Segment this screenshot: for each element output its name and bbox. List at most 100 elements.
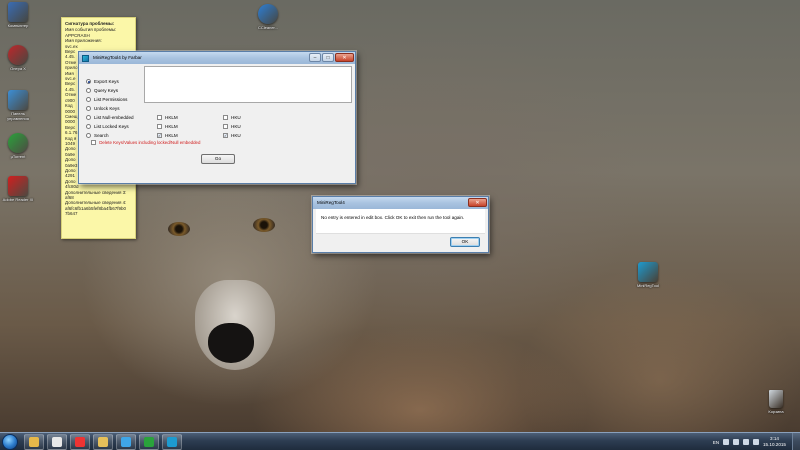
- clock-date: 15.10.2015: [763, 442, 786, 447]
- taskbar: EN 3:14 15.10.2015: [0, 432, 800, 450]
- radio-label: Query Keys: [94, 88, 118, 93]
- checkbox-search-hklm[interactable]: ✓ HKLM: [157, 132, 178, 139]
- radio-label: List Locked Keys: [94, 124, 129, 129]
- taskbar-button[interactable]: [93, 434, 113, 450]
- desktop-icon-control-panel[interactable]: Панель управления: [0, 90, 36, 121]
- close-button[interactable]: ✕: [335, 53, 354, 62]
- desktop-icon-label: Adobe Reader XI: [2, 197, 34, 202]
- wolf-nose: [208, 323, 254, 363]
- system-tray: EN 3:14 15.10.2015: [713, 435, 786, 449]
- keys-edit-box[interactable]: [144, 66, 352, 103]
- checkbox-box: [223, 124, 228, 129]
- wolf-right-eye: [253, 218, 275, 232]
- recycle-bin-icon: [769, 390, 783, 408]
- flag-icon[interactable]: [743, 439, 749, 445]
- desktop-icon-label: Корзина: [768, 409, 784, 414]
- radio-icon: [86, 79, 91, 84]
- desktop-icon-computer[interactable]: Компьютер: [0, 2, 36, 28]
- taskbar-button[interactable]: [70, 434, 90, 450]
- checkbox-label: HKLM: [165, 115, 178, 120]
- radio-export-keys[interactable]: Export Keys: [86, 78, 119, 85]
- ok-button[interactable]: OK: [450, 237, 480, 247]
- radio-label: Export Keys: [94, 79, 119, 84]
- desktop-icon-opera[interactable]: Опера X: [0, 45, 36, 71]
- delete-warning-text: Delete Keys/Values including locked/Null…: [91, 140, 201, 146]
- minimize-button[interactable]: –: [309, 53, 321, 62]
- adobe-reader-icon: [8, 176, 28, 196]
- radio-label: List Permissions: [94, 97, 128, 102]
- miniregtool-icon: [638, 262, 658, 282]
- control-panel-icon: [8, 90, 28, 110]
- desktop-icon-recycle-bin[interactable]: Корзина: [758, 390, 794, 414]
- volume-icon[interactable]: [753, 439, 759, 445]
- desktop-icon-utorrent[interactable]: µTorrent: [0, 133, 36, 159]
- delete-warning-label: Delete Keys/Values including locked/Null…: [99, 140, 201, 145]
- network-icon[interactable]: [733, 439, 739, 445]
- explorer-icon: [29, 437, 39, 447]
- close-button[interactable]: ✕: [468, 198, 487, 207]
- checkbox-label: HKU: [231, 133, 241, 138]
- taskbar-button[interactable]: [162, 434, 182, 450]
- wolf-left-eye: [168, 222, 190, 236]
- checkbox-label: HKLM: [165, 133, 178, 138]
- language-indicator[interactable]: EN: [713, 440, 719, 445]
- miniregtool-titlebar[interactable]: MiniRegTool4 by Farbar – □ ✕: [79, 52, 355, 64]
- checkbox-box: ✓: [223, 133, 228, 138]
- taskbar-button[interactable]: [24, 434, 44, 450]
- show-desktop-button[interactable]: [792, 433, 800, 450]
- utorrent-icon: [144, 437, 154, 447]
- checkbox-null-hklm[interactable]: HKLM: [157, 114, 178, 121]
- radio-icon: [86, 115, 91, 120]
- checkbox-box: [223, 115, 228, 120]
- desktop-icon-label: µTorrent: [10, 154, 26, 159]
- taskbar-button[interactable]: [47, 434, 67, 450]
- miniregtool-client-area: Export Keys Query Keys List Permissions …: [82, 64, 352, 180]
- go-button[interactable]: Go: [201, 154, 235, 164]
- radio-list-locked-keys[interactable]: List Locked Keys: [86, 123, 129, 130]
- checkbox-locked-hklm[interactable]: HKLM: [157, 123, 178, 130]
- desktop-icon-label: CCleaner...: [257, 25, 278, 30]
- radio-query-keys[interactable]: Query Keys: [86, 87, 118, 94]
- miniregtool-window[interactable]: MiniRegTool4 by Farbar – □ ✕ Export Keys…: [78, 51, 356, 184]
- checkbox-search-hku[interactable]: ✓ HKU: [223, 132, 241, 139]
- tray-up-arrow-icon[interactable]: [723, 439, 729, 445]
- window-title: MiniRegTool4 by Farbar: [93, 55, 142, 60]
- start-button[interactable]: [2, 434, 18, 450]
- desktop-icon-label: MiniRegTool: [636, 283, 659, 288]
- radio-search[interactable]: Search: [86, 132, 109, 139]
- desktop-icon-ccleaner[interactable]: CCleaner...: [250, 4, 286, 30]
- folder-icon: [98, 437, 108, 447]
- checkbox-null-hku[interactable]: HKU: [223, 114, 241, 121]
- sticky-note-line: Дополнительные сведения 3:: [65, 189, 127, 195]
- taskbar-button[interactable]: [139, 434, 159, 450]
- taskbar-button[interactable]: [116, 434, 136, 450]
- checkbox-label: HKLM: [165, 124, 178, 129]
- radio-list-permissions[interactable]: List Permissions: [86, 96, 127, 103]
- message-box-footer: OK: [316, 233, 485, 249]
- radio-label: Search: [94, 133, 109, 138]
- maximize-button[interactable]: □: [322, 53, 334, 62]
- desktop-icon-adobe-reader[interactable]: Adobe Reader XI: [0, 176, 36, 202]
- radio-icon: [86, 97, 91, 102]
- radio-unlock-keys[interactable]: Unlock Keys: [86, 105, 120, 112]
- radio-list-null-embedded[interactable]: List Null-embedded: [86, 114, 134, 121]
- checkbox-box[interactable]: [91, 140, 96, 146]
- clock[interactable]: 3:14 15.10.2015: [763, 436, 786, 448]
- radio-icon: [86, 88, 91, 93]
- desktop-icon-label: Опера X: [10, 66, 26, 71]
- desktop-icon-miniregtool[interactable]: MiniRegTool: [630, 262, 666, 288]
- opera-icon: [8, 45, 28, 65]
- checkbox-locked-hku[interactable]: HKU: [223, 123, 241, 130]
- yandex-browser-icon: [52, 437, 62, 447]
- message-box-titlebar[interactable]: MiniRegTool4 ✕: [313, 197, 488, 209]
- radio-icon: [86, 133, 91, 138]
- media-player-icon: [121, 437, 131, 447]
- message-box-title: MiniRegTool4: [317, 200, 345, 205]
- checkbox-box: ✓: [157, 133, 162, 138]
- message-box[interactable]: MiniRegTool4 ✕ No entry is entered in ed…: [312, 196, 489, 253]
- yandex-icon: [75, 437, 85, 447]
- sticky-note-line: 7b647: [65, 211, 78, 217]
- checkbox-box: [157, 115, 162, 120]
- radio-label: Unlock Keys: [94, 106, 120, 111]
- desktop-icon-label: Панель управления: [7, 111, 29, 121]
